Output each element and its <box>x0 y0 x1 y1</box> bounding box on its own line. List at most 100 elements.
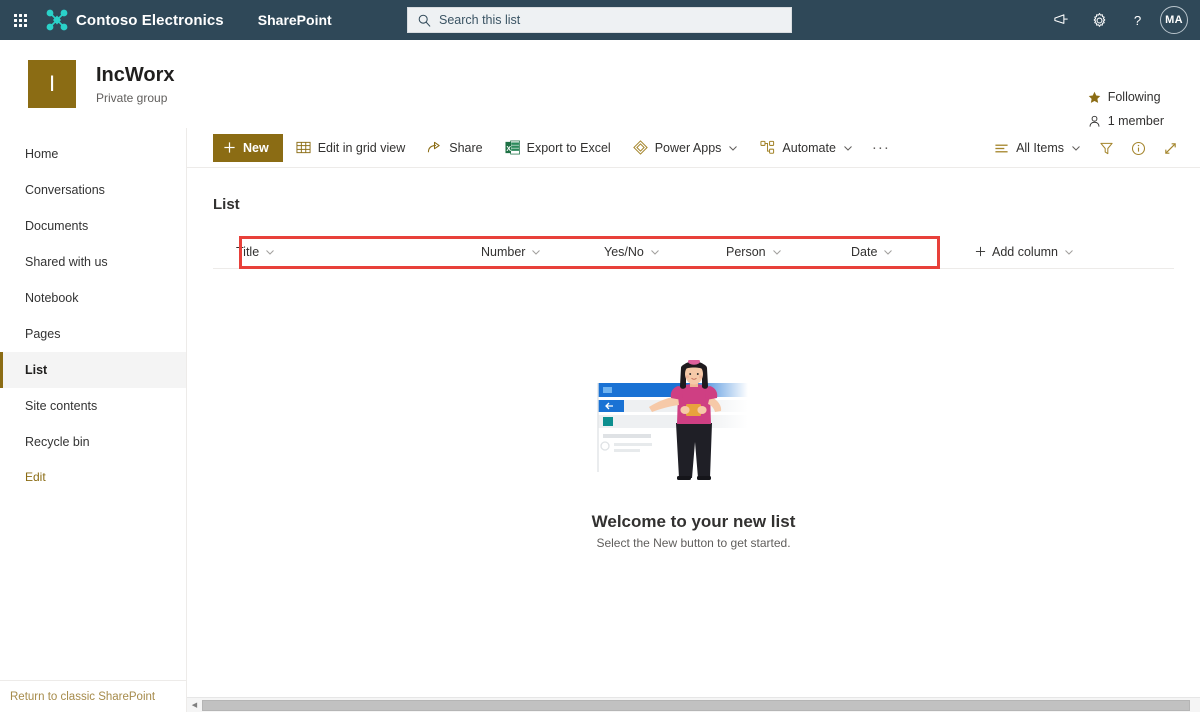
power-apps-icon <box>633 140 648 155</box>
chevron-down-icon <box>265 247 275 257</box>
plus-icon <box>975 246 986 257</box>
column-header-person[interactable]: Person <box>726 245 782 259</box>
command-overflow-button[interactable]: ··· <box>866 132 896 164</box>
page-title: IncWorx <box>96 63 175 87</box>
feedback-megaphone-icon[interactable] <box>1042 0 1080 40</box>
search-icon <box>418 14 431 27</box>
filter-funnel-icon[interactable] <box>1090 132 1122 164</box>
edit-in-grid-view-label: Edit in grid view <box>318 141 406 155</box>
suite-bar: Contoso Electronics SharePoint ? <box>0 0 1200 40</box>
person-icon <box>1088 115 1101 128</box>
column-header-label: Title <box>236 245 259 259</box>
new-button-label: New <box>243 141 269 155</box>
sidebar-item-recycle-bin[interactable]: Recycle bin <box>0 424 186 460</box>
export-to-excel-label: Export to Excel <box>527 141 611 155</box>
nav-label: Conversations <box>25 183 105 197</box>
add-column-button[interactable]: Add column <box>975 245 1074 259</box>
waffle-icon <box>14 14 27 27</box>
sidebar-item-pages[interactable]: Pages <box>0 316 186 352</box>
column-header-label: Date <box>851 245 877 259</box>
suite-right-actions: ? MA <box>1042 0 1196 40</box>
view-list-icon <box>994 141 1009 156</box>
nav-label: List <box>25 363 47 377</box>
power-apps-button[interactable]: Power Apps <box>624 132 748 164</box>
export-to-excel-button[interactable]: X Export to Excel <box>496 132 620 164</box>
horizontal-scrollbar[interactable]: ◀ <box>187 697 1200 712</box>
nav-label: Shared with us <box>25 255 108 269</box>
column-header-number[interactable]: Number <box>481 245 541 259</box>
chevron-down-icon <box>883 247 893 257</box>
empty-state-subtitle: Select the New button to get started. <box>596 536 790 550</box>
sidebar-item-documents[interactable]: Documents <box>0 208 186 244</box>
edit-navigation-link[interactable]: Edit <box>0 460 186 494</box>
automate-label: Automate <box>782 141 836 155</box>
contoso-mark-icon <box>46 9 68 31</box>
sidebar-item-site-contents[interactable]: Site contents <box>0 388 186 424</box>
site-logo[interactable]: I <box>28 60 76 108</box>
chevron-down-icon <box>843 143 853 153</box>
view-label: All Items <box>1016 141 1064 155</box>
sidebar-item-home[interactable]: Home <box>0 136 186 172</box>
search-box[interactable] <box>407 7 792 33</box>
nav-label: Notebook <box>25 291 79 305</box>
view-selector-button[interactable]: All Items <box>985 132 1090 164</box>
info-circle-icon[interactable] <box>1122 132 1154 164</box>
grid-table-icon <box>296 140 311 155</box>
automate-button[interactable]: Automate <box>751 132 862 164</box>
empty-state-title: Welcome to your new list <box>592 512 796 532</box>
sidebar-item-notebook[interactable]: Notebook <box>0 280 186 316</box>
svg-text:?: ? <box>1133 12 1140 27</box>
new-button[interactable]: New <box>213 134 283 162</box>
nav-label: Pages <box>25 327 60 341</box>
help-question-icon[interactable]: ? <box>1118 0 1156 40</box>
expand-diagonal-icon[interactable] <box>1154 132 1186 164</box>
app-launcher-button[interactable] <box>0 0 40 40</box>
power-automate-icon <box>760 140 775 155</box>
chevron-down-icon <box>650 247 660 257</box>
site-header-actions: Following 1 member <box>1088 90 1164 128</box>
contoso-logo[interactable]: Contoso Electronics <box>46 9 224 31</box>
add-column-label: Add column <box>992 245 1058 259</box>
chevron-down-icon <box>1071 143 1081 153</box>
avatar[interactable]: MA <box>1160 6 1188 34</box>
share-label: Share <box>449 141 482 155</box>
plus-icon <box>223 141 236 154</box>
nav-label: Documents <box>25 219 88 233</box>
command-bar-right: All Items <box>981 128 1186 168</box>
column-header-title[interactable]: Title <box>236 245 275 259</box>
sidebar-item-conversations[interactable]: Conversations <box>0 172 186 208</box>
return-to-classic-link[interactable]: Return to classic SharePoint <box>0 680 187 712</box>
chevron-down-icon <box>772 247 782 257</box>
list-header-row-wrapper: Title Number Yes/No Person <box>187 235 1200 269</box>
chevron-down-icon <box>1064 247 1074 257</box>
star-icon <box>1088 91 1101 104</box>
nav-label: Site contents <box>25 399 97 413</box>
sidebar-item-shared-with-us[interactable]: Shared with us <box>0 244 186 280</box>
column-header-date[interactable]: Date <box>851 245 893 259</box>
share-button[interactable]: Share <box>418 132 491 164</box>
gear-icon[interactable] <box>1080 0 1118 40</box>
suite-app-name[interactable]: SharePoint <box>258 12 332 28</box>
column-header-yes-no[interactable]: Yes/No <box>604 245 660 259</box>
edit-in-grid-view-button[interactable]: Edit in grid view <box>287 132 415 164</box>
site-privacy-label: Private group <box>96 91 175 105</box>
site-title-block: IncWorx Private group <box>96 63 175 105</box>
svg-text:X: X <box>506 146 511 153</box>
search-input[interactable] <box>439 13 759 27</box>
list-column-headers: Title Number Yes/No Person <box>213 235 1174 269</box>
sidebar-item-list[interactable]: List <box>0 352 186 388</box>
scrollbar-thumb[interactable] <box>202 700 1190 711</box>
column-header-label: Yes/No <box>604 245 644 259</box>
nav-list: Home Conversations Documents Shared with… <box>0 128 186 494</box>
following-button[interactable]: Following <box>1088 90 1164 104</box>
chevron-down-icon <box>728 143 738 153</box>
command-bar: New Edit in grid view Share X Export to … <box>187 128 1200 168</box>
members-button[interactable]: 1 member <box>1088 114 1164 128</box>
following-label: Following <box>1108 90 1161 104</box>
column-header-label: Person <box>726 245 766 259</box>
brand-name: Contoso Electronics <box>76 12 224 29</box>
woman-with-list-illustration <box>594 360 794 492</box>
scroll-left-arrow-icon[interactable]: ◀ <box>187 698 202 713</box>
empty-state: Welcome to your new list Select the New … <box>187 360 1200 550</box>
power-apps-label: Power Apps <box>655 141 722 155</box>
